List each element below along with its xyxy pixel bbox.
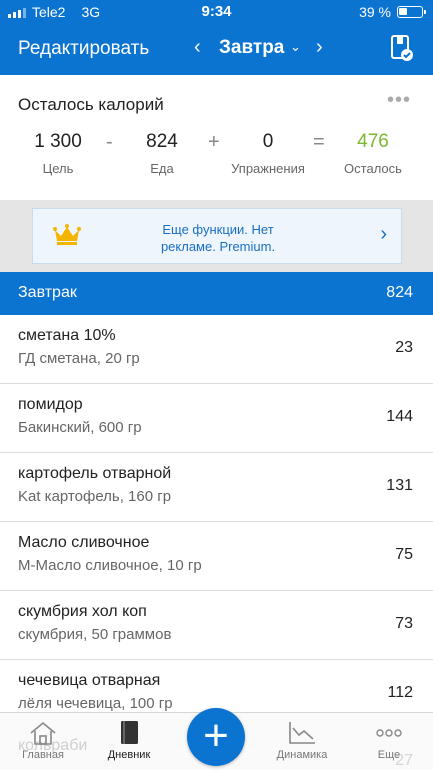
remaining-column: 476 Осталось xyxy=(338,131,408,176)
food-description: ГД сметана, 20 гр xyxy=(18,350,140,367)
more-options-icon[interactable]: ••• xyxy=(387,89,411,112)
goal-column: 1 300 Цель xyxy=(26,131,90,176)
food-name: помидор xyxy=(18,396,83,413)
diary-icon xyxy=(121,721,138,744)
food-description: Kat картофель, 160 гр xyxy=(18,488,172,505)
plus-icon: + xyxy=(203,711,229,760)
goal-value: 1 300 xyxy=(34,131,82,152)
food-row[interactable]: скумбрия хол коп скумбрия, 50 граммов 73 xyxy=(0,591,433,660)
exercise-value: 0 xyxy=(262,131,274,152)
food-row[interactable]: сметана 10% ГД сметана, 20 гр 23 xyxy=(0,315,433,384)
next-day-button[interactable]: › xyxy=(316,36,323,59)
food-calories: 144 xyxy=(386,408,413,425)
exercise-column: 0 Упражнения xyxy=(228,131,308,176)
day-selector[interactable]: Завтра xyxy=(219,37,284,59)
food-name: сметана 10% xyxy=(18,327,116,344)
food-description: лёля чечевица, 100 гр xyxy=(18,695,173,712)
chevron-down-icon[interactable]: ⌄ xyxy=(290,39,301,55)
food-calories: 112 xyxy=(387,684,413,701)
prev-day-button[interactable]: ‹ xyxy=(194,36,201,59)
meal-calories: 824 xyxy=(386,284,413,301)
battery-icon xyxy=(397,6,426,18)
remaining-value: 476 xyxy=(357,131,389,152)
battery-percent: 39 % xyxy=(359,4,391,20)
tab-home-label: Главная xyxy=(22,749,64,761)
food-description: Бакинский, 600 гр xyxy=(18,419,142,436)
tab-home[interactable]: Главная xyxy=(8,720,78,761)
tab-progress-label: Динамика xyxy=(276,749,328,761)
goal-label: Цель xyxy=(42,161,74,176)
food-calories: 23 xyxy=(395,339,413,356)
remaining-label: Осталось xyxy=(344,161,402,176)
food-label: Еда xyxy=(150,161,174,176)
food-description: скумбрия, 50 граммов xyxy=(18,626,172,643)
food-row[interactable]: Масло сливочное М-Масло сливочное, 10 гр… xyxy=(0,522,433,591)
tab-more-label: Еще xyxy=(377,749,401,761)
food-name: картофель отварной xyxy=(18,465,172,482)
promo-line-2: рекламе. Premium. xyxy=(160,239,276,254)
premium-banner[interactable]: Еще функции. Нет рекламе. Premium. › xyxy=(32,208,402,264)
food-calories: 131 xyxy=(386,477,413,494)
top-bar: Tele2 3G 9:34 39 % Редактировать ‹ Завтр… xyxy=(0,0,433,75)
progress-chart-icon xyxy=(289,722,315,744)
equals-sign: = xyxy=(313,131,325,153)
summary-title: Осталось калорий xyxy=(18,95,164,114)
food-calories: 73 xyxy=(395,615,413,632)
tab-diary[interactable]: Дневник xyxy=(94,720,164,761)
tab-more[interactable]: Еще xyxy=(354,720,424,761)
food-list: сметана 10% ГД сметана, 20 гр 23 помидор… xyxy=(0,315,433,729)
calories-summary: Осталось калорий ••• 1 300 Цель - 824 Ед… xyxy=(0,75,433,200)
food-row[interactable]: картофель отварной Kat картофель, 160 гр… xyxy=(0,453,433,522)
tab-progress[interactable]: Динамика xyxy=(267,720,337,761)
food-value: 824 xyxy=(146,131,178,152)
more-dots-icon xyxy=(376,729,402,737)
plus-sign: + xyxy=(208,131,220,153)
food-calories: 75 xyxy=(395,546,413,563)
minus-sign: - xyxy=(106,131,113,153)
status-bar: Tele2 3G 9:34 39 % xyxy=(0,0,433,24)
promo-area: Еще функции. Нет рекламе. Premium. › xyxy=(0,200,433,272)
add-button[interactable]: + xyxy=(187,708,245,766)
nav-bar: Редактировать ‹ Завтра ⌄ › xyxy=(0,28,433,70)
meal-name: Завтрак xyxy=(18,284,77,301)
food-description: М-Масло сливочное, 10 гр xyxy=(18,557,202,574)
meal-header-breakfast[interactable]: Завтрак 824 xyxy=(0,272,433,315)
food-name: Масло сливочное xyxy=(18,534,150,551)
food-name: чечевица отварная xyxy=(18,672,161,689)
promo-text: Еще функции. Нет рекламе. Premium. xyxy=(33,221,403,255)
promo-line-1: Еще функции. Нет xyxy=(162,222,274,237)
food-name: скумбрия хол коп xyxy=(18,603,147,620)
edit-button[interactable]: Редактировать xyxy=(18,38,149,60)
chevron-right-icon: › xyxy=(380,223,387,245)
tab-diary-label: Дневник xyxy=(107,749,151,761)
food-row[interactable]: помидор Бакинский, 600 гр 144 xyxy=(0,384,433,453)
complete-diary-icon[interactable] xyxy=(390,34,414,62)
home-icon xyxy=(30,721,56,745)
exercise-label: Упражнения xyxy=(231,161,305,176)
food-column: 824 Еда xyxy=(132,131,192,176)
